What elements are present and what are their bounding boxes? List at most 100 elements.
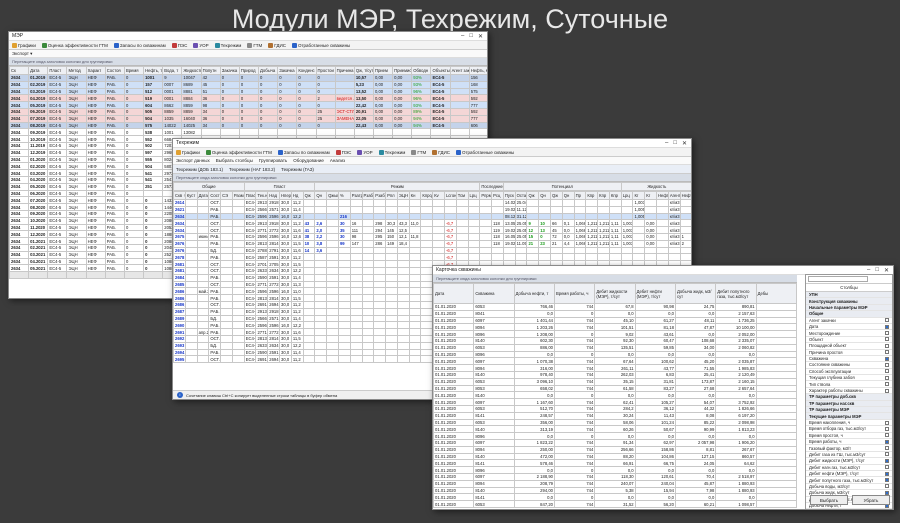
toolbar-button-4[interactable]: Оборудование (293, 158, 324, 163)
tab-7[interactable]: ГТМ (247, 42, 262, 48)
column-header[interactable]: Дебит попутного газа, тыс.м3/сут (715, 283, 757, 304)
table-row[interactable]: 2676_2БД.ЕС4-52788,00279130,011,6143,6-6… (173, 246, 691, 255)
column-header[interactable]: Закачка (219, 66, 240, 75)
remove-button[interactable]: Убрать (852, 495, 890, 505)
column-header[interactable]: Рзатр (349, 191, 363, 200)
column-header[interactable]: Дата (433, 283, 475, 304)
column-header[interactable]: Приемист (392, 66, 413, 75)
column-header[interactable]: Простои (315, 66, 336, 75)
column-header[interactable]: Попутн (200, 66, 221, 75)
tab-8[interactable]: ГДИС (268, 42, 286, 48)
tab-6[interactable]: Техрежим (214, 42, 241, 48)
table-row[interactable]: 01.01.2020 8053 658,02 744 61,58 83,27 27,68 2 … (433, 384, 798, 393)
column-header[interactable]: Тсм (455, 191, 469, 200)
table-row[interactable]: 01.01.2020 8140 602,30 744 92,30 60,47 108,68 2… (433, 336, 798, 345)
checkbox[interactable] (885, 318, 889, 323)
column-header[interactable]: Lрц (620, 191, 634, 200)
tab-3[interactable]: Запасы по скважинам (277, 149, 330, 155)
checkbox[interactable] (885, 369, 889, 374)
column-header[interactable]: Причина (334, 66, 355, 75)
column-header[interactable]: Агент закачки (449, 66, 470, 75)
column-header[interactable]: Дата (196, 191, 210, 200)
minimize-icon[interactable]: – (665, 140, 668, 147)
tab-8[interactable]: ГДИС (432, 149, 450, 155)
column-header[interactable]: Qн (561, 191, 575, 200)
table-row[interactable]: 01.01.2020 6097 1 070,38 744 67,64 100,62 45,2… (433, 357, 798, 366)
column-header[interactable]: Кпр (597, 191, 610, 200)
table-row[interactable]: 2634 08.2019 ЕС4-5 ЭЦН НЕФ РАБ. 0 575 14022 14025… (9, 121, 487, 130)
checkbox[interactable] (885, 446, 889, 451)
column-header[interactable]: Добыча нефти, т (513, 283, 555, 304)
subtab-1[interactable]: Техрежим (ДОБ 183.1) (176, 167, 223, 172)
table-row[interactable]: 01.01.2020 8141 0,0 0 0,0 0,0 0,0 0,0 (433, 493, 798, 502)
column-header[interactable]: Нефть, т (143, 66, 164, 75)
minimize-icon[interactable]: – (461, 33, 464, 40)
column-header[interactable]: Природ (238, 66, 260, 75)
column-header[interactable]: Дебит жидкости (МЭР), т/сут (594, 283, 636, 304)
table-row[interactable]: 01.01.2020 6097 2 188,90 744 118,30 120,61 70,… (433, 472, 798, 481)
checkbox[interactable] (885, 343, 889, 348)
tab-5[interactable]: УОР (193, 42, 209, 48)
tab-9[interactable]: Отработанные скважины (291, 42, 350, 48)
column-header[interactable]: Тек.нефт (255, 191, 269, 200)
export-button[interactable]: Экспорт ▾ (12, 51, 32, 57)
checkbox[interactable] (885, 471, 889, 476)
tab-6[interactable]: Техрежим (378, 149, 405, 155)
column-header[interactable]: Qж (550, 191, 563, 200)
table-row[interactable]: 2634 02.2019 ЕС4-5 ЭЦН НЕФ РАБ. 0 157 0007 8689 45… (9, 80, 487, 89)
column-header[interactable]: Кv (432, 191, 445, 200)
checkbox[interactable] (885, 350, 889, 355)
column-header[interactable]: Кг (632, 191, 646, 200)
table-row[interactable]: 01.01.2020 8094 208,79 744 240,07 240,04 45,87… (433, 479, 798, 488)
table-row[interactable]: 2634 07.2019 ЕС4-5 ЭЦН НЕФ РАБ. 0 504 1035 16040 3… (9, 114, 487, 123)
table-row[interactable]: 2634 04.2019 ЕС4-5 ЭЦН НЕФ РАБ. 0 519 0001 8884 36… (9, 94, 487, 103)
checkbox[interactable] (885, 356, 889, 361)
toolbar-button-3[interactable]: Группировать (259, 158, 287, 163)
column-header[interactable]: Закачка (277, 66, 298, 75)
table-row[interactable]: 01.01.2020 8096 0,0 0 0,0 0,0 0,0 0,0 (433, 432, 798, 440)
table-row[interactable]: 01.01.2020 6053 512,70 744 284,2 36,12 44,32 1 … (433, 404, 798, 413)
table-row[interactable]: 2621РАБ.ЕС4-52566,30257130,011,419.02.20… (173, 205, 691, 214)
column-header[interactable]: Qжым (326, 191, 339, 200)
column-header[interactable]: Агент в заг (667, 191, 681, 200)
column-header[interactable]: Кг (644, 191, 658, 200)
checkbox[interactable] (885, 439, 889, 444)
table-row[interactable]: 01.01.2020 8140 978,40 744 262,03 6,83 25,41 2 … (433, 370, 798, 379)
column-header[interactable]: Пр (573, 191, 587, 200)
column-header[interactable]: Кпр (585, 191, 599, 200)
tab-5[interactable]: УОР (357, 149, 373, 155)
table-row[interactable]: 01.01.2020 6053 847,20 744 31,52 56,20 60,21 1 … (433, 500, 798, 508)
table-row[interactable]: 2634РАБ.ЕС4-52596,00259616,012,221608.12… (173, 212, 691, 221)
checkbox[interactable] (885, 362, 889, 367)
table-row[interactable]: 2634_1ОСТ.ЕС4-52913,20291830,011,2432,63… (173, 219, 691, 228)
checkbox[interactable] (885, 337, 889, 342)
close-icon[interactable]: ✕ (884, 267, 889, 274)
tab-4[interactable]: ПЭС (335, 149, 351, 155)
toolbar-button-5[interactable]: Анализ (330, 158, 345, 163)
table-row[interactable]: 01.01.2020 6097 1 167,60 744 62,41 105,27 54,0… (433, 398, 798, 406)
tab-1[interactable]: Графики (176, 149, 200, 155)
checkbox[interactable] (885, 426, 889, 431)
table-row[interactable]: 2634 05.2019 ЕС4-5 ЭЦН НЕФ РАБ. 0 604 8662 8859 98… (9, 101, 487, 109)
column-header[interactable]: Состоя (104, 66, 125, 75)
checkbox[interactable] (885, 465, 889, 470)
table-row[interactable]: 01.01.2020 8096 1 208,00 0 9,02 43,61 0,0 2 052… (433, 330, 798, 338)
tab-2[interactable]: Оценка эффективности ГТМ (205, 149, 272, 155)
column-header[interactable]: Пуск (502, 191, 516, 200)
column-header[interactable]: Кпр (608, 191, 622, 200)
column-header[interactable]: Рсц (491, 191, 504, 200)
table-row[interactable]: 2634 01.2019 ЕС4-5 ЭЦН НЕФ РАБ. 0 1001 9 10047 42 0… (9, 74, 487, 82)
column-header[interactable]: СЭ (220, 191, 233, 200)
checkbox[interactable] (885, 478, 889, 483)
checkbox[interactable] (885, 458, 889, 463)
column-header[interactable]: Нефт (679, 191, 691, 200)
search-input[interactable] (808, 276, 868, 282)
column-header[interactable]: Нефт (656, 191, 669, 200)
column-header[interactable]: Характ (85, 66, 106, 75)
column-header[interactable]: Нд (290, 191, 304, 200)
checkbox[interactable] (885, 382, 889, 387)
table-row[interactable]: 01.01.2020 8094 1 203,26 744 101,51 81,18 47,8… (433, 323, 798, 332)
column-header[interactable]: Рзаб (361, 191, 375, 200)
checkbox[interactable] (885, 484, 889, 489)
column-header[interactable]: Добыча (258, 66, 279, 75)
